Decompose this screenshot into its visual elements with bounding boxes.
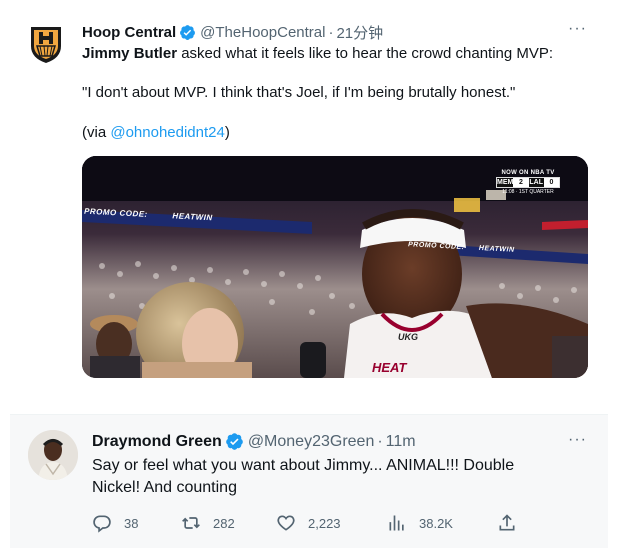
tweet-text: asked what it feels like to hear the cro… xyxy=(177,45,554,62)
author-handle[interactable]: @TheHoopCentral xyxy=(200,24,325,41)
author-name[interactable]: Draymond Green xyxy=(92,433,222,451)
views-button[interactable]: 38.2K xyxy=(387,513,453,533)
tweet-header: Hoop Central @TheHoopCentral · 21分钟 xyxy=(82,22,383,43)
via-attribution: (via @ohnohedidnt24) xyxy=(82,123,602,143)
tweet-text: Say or feel what you want about Jimmy...… xyxy=(92,457,515,496)
score-a: 2 xyxy=(513,178,529,187)
via-suffix: ) xyxy=(224,124,230,141)
hoop-central-logo[interactable] xyxy=(28,24,64,64)
video-media[interactable]: NOW ON NBA TV MEM 2 LAL 0 11:08 · 1ST QU… xyxy=(82,156,588,378)
reply-icon xyxy=(93,515,111,533)
quoted-tweet[interactable]: Hoop Central @TheHoopCentral · 21分钟 ··· … xyxy=(0,0,630,404)
retweet-button[interactable]: 282 xyxy=(181,513,235,533)
tweet-quote: "I don't about MVP. I think that's Joel,… xyxy=(82,84,516,101)
like-button[interactable]: 2,223 xyxy=(276,513,341,533)
separator-dot: · xyxy=(328,24,334,41)
view-count: 38.2K xyxy=(419,515,453,531)
tweet-time[interactable]: 11m xyxy=(386,433,416,451)
share-button[interactable] xyxy=(497,513,529,533)
tweet-header: Draymond Green @Money23Green · 11m xyxy=(92,432,416,451)
like-count: 2,223 xyxy=(308,515,341,531)
tweet-time[interactable]: 21分钟 xyxy=(336,22,383,43)
reply-count: 38 xyxy=(124,515,139,531)
subject-name: Jimmy Butler xyxy=(82,45,178,62)
views-icon xyxy=(389,515,404,531)
team-a: MEM xyxy=(497,179,514,186)
score-overlay: NOW ON NBA TV MEM 2 LAL 0 11:08 · 1ST QU… xyxy=(496,170,560,195)
share-icon xyxy=(499,514,515,531)
jersey-team: HEAT xyxy=(372,360,407,375)
reply-button[interactable]: 38 xyxy=(92,513,138,533)
tweet-actions: 38 282 2,223 38.2K xyxy=(92,513,522,533)
separator-dot: · xyxy=(377,432,383,450)
quarter-label: 11:08 · 1ST QUARTER xyxy=(502,189,554,195)
author-handle[interactable]: @Money23Green xyxy=(248,433,375,451)
avatar[interactable] xyxy=(28,430,78,480)
more-options-icon[interactable]: ··· xyxy=(568,431,587,449)
retweet-icon xyxy=(182,517,200,529)
score-b: 0 xyxy=(543,178,559,187)
retweet-count: 282 xyxy=(213,515,235,531)
verified-badge-icon xyxy=(225,432,244,451)
via-mention-link[interactable]: @ohnohedidnt24 xyxy=(110,124,225,141)
now-on-label: NOW ON NBA TV xyxy=(501,170,555,176)
author-name[interactable]: Hoop Central xyxy=(82,24,176,41)
more-options-icon[interactable]: ··· xyxy=(568,20,587,38)
scorebox: MEM 2 LAL 0 xyxy=(496,177,560,188)
team-b: LAL xyxy=(529,179,543,186)
heart-icon xyxy=(277,515,295,531)
verified-badge-icon xyxy=(179,24,196,41)
via-prefix: (via xyxy=(82,124,111,141)
tweet-text-line: Jimmy Butler asked what it feels like to… xyxy=(82,44,602,64)
jersey-sponsor: UKG xyxy=(398,332,418,342)
main-tweet[interactable]: Draymond Green @Money23Green · 11m ··· S… xyxy=(10,414,608,548)
